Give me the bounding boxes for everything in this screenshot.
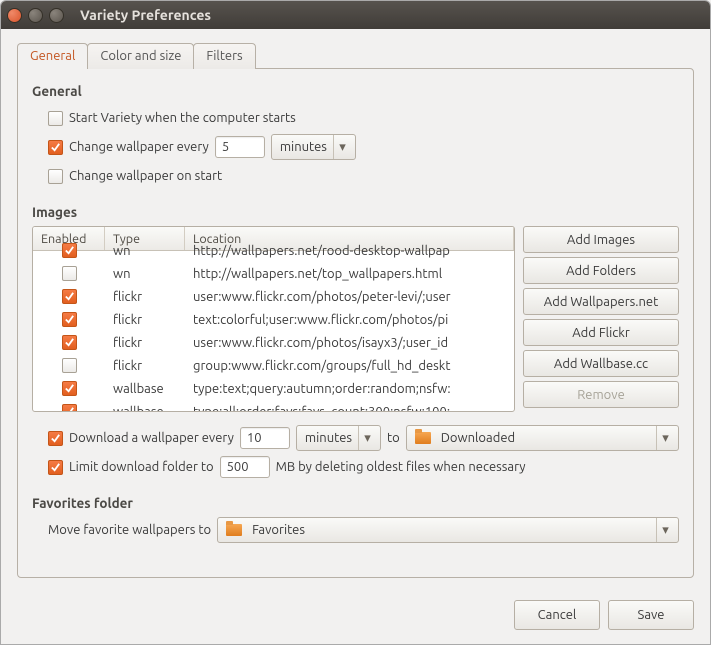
images-area: Enabled Type Location wnhttp://wallpaper… (32, 226, 679, 412)
table-row[interactable]: flickrtext:colorful;user:www.flickr.com/… (33, 308, 514, 331)
row-location: text:colorful;user:www.flickr.com/photos… (185, 313, 514, 327)
row-location: type:all;order:favs;favs_count:300;nsfw:… (185, 405, 514, 413)
titlebar: Variety Preferences (1, 1, 710, 29)
label-favorites-move: Move favorite wallpapers to (48, 523, 211, 537)
combo-download-unit-label: minutes (305, 431, 352, 445)
add-folders-button[interactable]: Add Folders (523, 257, 679, 284)
close-icon[interactable] (7, 8, 22, 23)
row-location: user:www.flickr.com/photos/peter-levi/;u… (185, 290, 514, 304)
chevron-down-icon: ▾ (358, 426, 376, 450)
checkbox-download-every[interactable] (48, 431, 63, 446)
row-enabled-checkbox[interactable] (62, 358, 77, 373)
row-type: flickr (105, 313, 185, 327)
label-change-on-start: Change wallpaper on start (69, 169, 222, 183)
combo-download-folder[interactable]: Downloaded ▾ (406, 425, 679, 451)
chevron-down-icon: ▾ (656, 426, 674, 450)
minimize-icon[interactable] (28, 8, 43, 23)
dialog-footer: Cancel Save (1, 590, 710, 644)
row-enabled-checkbox[interactable] (62, 243, 77, 258)
checkbox-start-on-boot[interactable] (48, 111, 63, 126)
add-images-button[interactable]: Add Images (523, 226, 679, 253)
label-download-every: Download a wallpaper every (69, 431, 234, 445)
row-type: wallbase (105, 405, 185, 413)
sources-button-column: Add Images Add Folders Add Wallpapers.ne… (523, 226, 679, 412)
checkbox-limit-folder[interactable] (48, 460, 63, 475)
add-wallpapers-net-button[interactable]: Add Wallpapers.net (523, 288, 679, 315)
table-row[interactable]: wnhttp://wallpapers.net/top_wallpapers.h… (33, 262, 514, 285)
tab-filters[interactable]: Filters (193, 43, 255, 69)
section-general-heading: General (32, 83, 679, 99)
add-flickr-button[interactable]: Add Flickr (523, 319, 679, 346)
folder-icon (415, 432, 431, 444)
row-type: wallbase (105, 382, 185, 396)
tab-bar: General Color and size Filters (17, 43, 694, 69)
preferences-window: Variety Preferences General Color and si… (0, 0, 711, 645)
save-button[interactable]: Save (608, 600, 694, 630)
row-enabled-checkbox[interactable] (62, 335, 77, 350)
content: General Color and size Filters General S… (1, 29, 710, 590)
combo-change-unit-label: minutes (280, 140, 327, 154)
section-images-heading: Images (32, 204, 679, 220)
add-wallbase-button[interactable]: Add Wallbase.cc (523, 350, 679, 377)
combo-favorites-folder-label: Favorites (252, 523, 650, 537)
input-download-interval[interactable] (240, 427, 290, 449)
input-limit-mb[interactable] (220, 456, 270, 478)
sources-table[interactable]: Enabled Type Location wnhttp://wallpaper… (32, 226, 515, 412)
table-row[interactable]: flickrgroup:www.flickr.com/groups/full_h… (33, 354, 514, 377)
combo-download-unit[interactable]: minutes ▾ (296, 425, 381, 451)
tab-general[interactable]: General (17, 43, 88, 69)
row-location: user:www.flickr.com/photos/isayx3/;user_… (185, 336, 514, 350)
label-limit-suffix: MB by deleting oldest files when necessa… (276, 460, 526, 474)
combo-download-folder-label: Downloaded (441, 431, 650, 445)
cancel-button[interactable]: Cancel (514, 600, 600, 630)
label-change-every: Change wallpaper every (69, 140, 209, 154)
row-enabled-checkbox[interactable] (62, 289, 77, 304)
table-row[interactable]: wallbasetype:text;query:autumn;order:ran… (33, 377, 514, 400)
input-change-interval[interactable] (215, 136, 265, 158)
table-row[interactable]: flickruser:www.flickr.com/photos/peter-l… (33, 285, 514, 308)
section-favorites-heading: Favorites folder (32, 495, 679, 511)
combo-change-unit[interactable]: minutes ▾ (271, 134, 356, 160)
row-type: flickr (105, 359, 185, 373)
label-start-on-boot: Start Variety when the computer starts (69, 111, 296, 125)
maximize-icon[interactable] (49, 8, 64, 23)
row-type: flickr (105, 336, 185, 350)
row-type: wn (105, 244, 185, 258)
row-type: flickr (105, 290, 185, 304)
row-enabled-checkbox[interactable] (62, 404, 77, 412)
table-row[interactable]: wallbasetype:all;order:favs;favs_count:3… (33, 400, 514, 412)
row-enabled-checkbox[interactable] (62, 381, 77, 396)
row-enabled-checkbox[interactable] (62, 312, 77, 327)
chevron-down-icon: ▾ (333, 135, 351, 159)
label-limit-folder: Limit download folder to (69, 460, 214, 474)
chevron-down-icon: ▾ (656, 518, 674, 542)
window-title: Variety Preferences (80, 7, 211, 23)
row-type: wn (105, 267, 185, 281)
row-location: http://wallpapers.net/rood-desktop-wallp… (185, 244, 514, 258)
combo-favorites-folder[interactable]: Favorites ▾ (217, 517, 679, 543)
table-row[interactable]: flickruser:www.flickr.com/photos/isayx3/… (33, 331, 514, 354)
remove-button[interactable]: Remove (523, 381, 679, 408)
checkbox-change-every[interactable] (48, 140, 63, 155)
folder-icon (226, 524, 242, 536)
checkbox-change-on-start[interactable] (48, 169, 63, 184)
row-location: group:www.flickr.com/groups/full_hd_desk… (185, 359, 514, 373)
tab-panel-general: General Start Variety when the computer … (17, 68, 694, 578)
label-to: to (387, 431, 400, 445)
row-location: type:text;query:autumn;order:random;nsfw… (185, 382, 514, 396)
table-body: wnhttp://wallpapers.net/rood-desktop-wal… (33, 239, 514, 412)
row-enabled-checkbox[interactable] (62, 266, 77, 281)
row-location: http://wallpapers.net/top_wallpapers.htm… (185, 267, 514, 281)
tab-color-and-size[interactable]: Color and size (87, 43, 194, 69)
